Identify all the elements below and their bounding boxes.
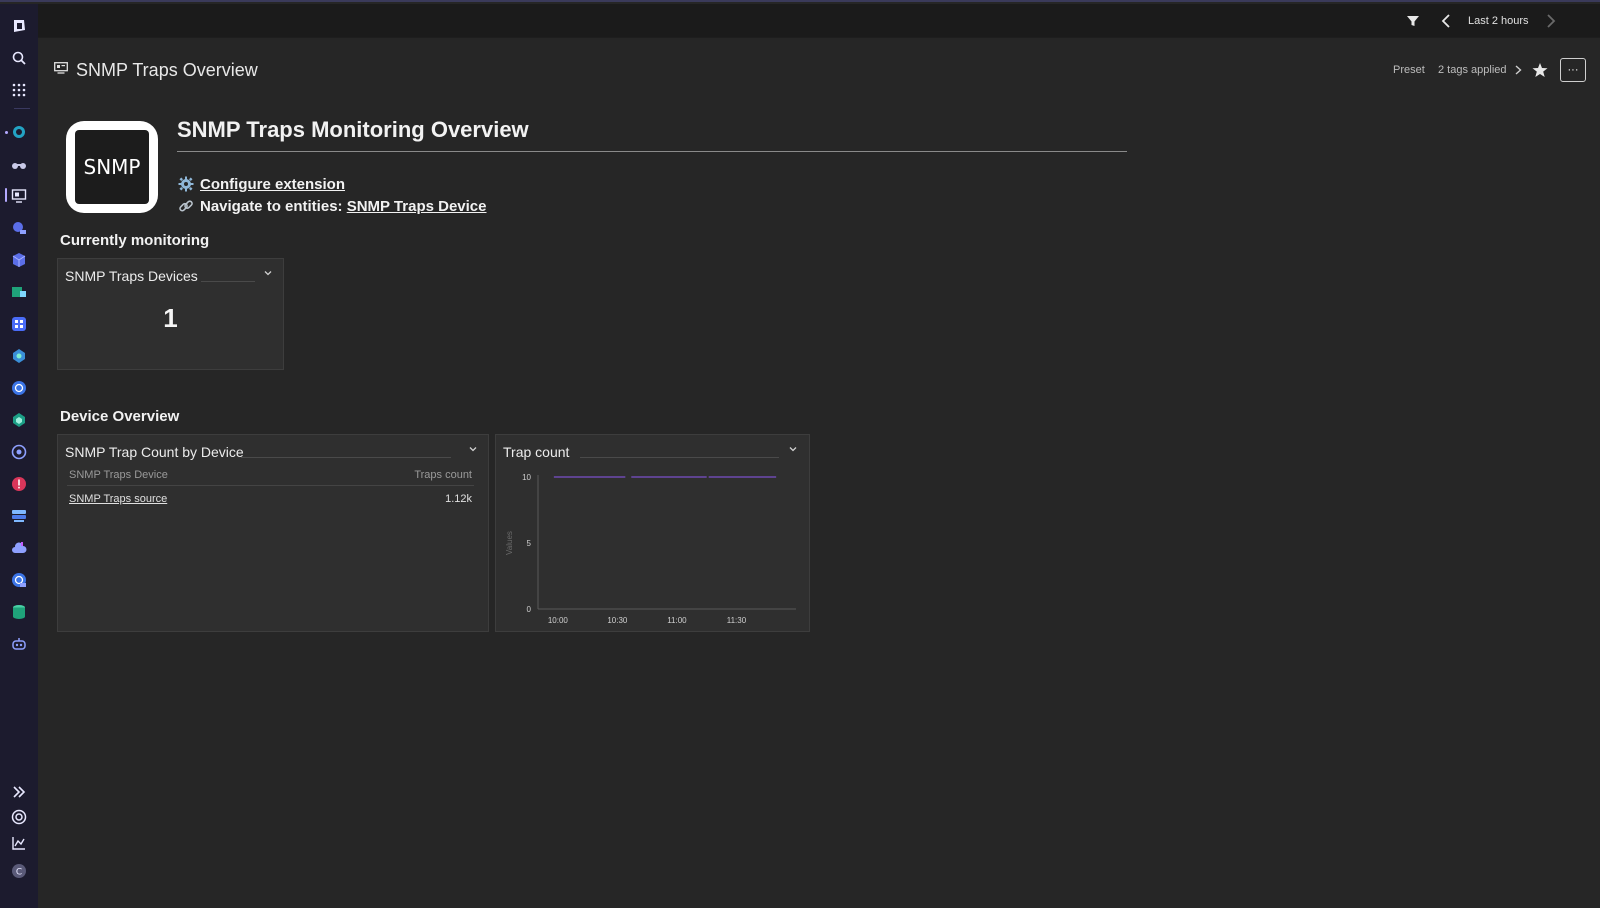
user-avatar-icon[interactable]: C (11, 863, 27, 879)
tile-title: SNMP Traps Devices (65, 268, 198, 284)
database-icon[interactable] (11, 604, 27, 620)
tile-title: SNMP Trap Count by Device (65, 444, 244, 460)
dashboard-screen-icon[interactable] (11, 188, 27, 204)
table-row-device: SNMP Traps source (69, 493, 167, 505)
app-sidebar: C (0, 4, 38, 908)
device-link[interactable]: SNMP Traps source (69, 493, 167, 505)
timeframe-next-icon[interactable] (1546, 4, 1556, 38)
trap-count-chart[interactable]: 0 5 10 10:00 10:30 11:00 11:30 Values (496, 435, 811, 633)
preset-label: Preset (1393, 64, 1425, 76)
active-indicator (5, 188, 7, 202)
timeframe-selector[interactable]: Last 2 hours (1468, 4, 1529, 38)
snmp-traps-device-link[interactable]: SNMP Traps Device (347, 198, 487, 215)
app-frame: C Last 2 hours SNMP Traps Overview Prese… (0, 0, 1600, 908)
page-title: SNMP Traps Overview (76, 59, 258, 80)
filter-icon[interactable] (1406, 4, 1420, 38)
data-explorer-icon[interactable] (11, 284, 27, 300)
svg-text:C: C (16, 868, 22, 878)
markdown-heading: SNMP Traps Monitoring Overview (177, 117, 1127, 152)
column-header-traps-count[interactable]: Traps count (414, 469, 472, 481)
configure-extension-link[interactable]: Configure extension (200, 176, 345, 193)
cloud-icon[interactable] (11, 540, 27, 556)
apps-blocks-icon[interactable] (11, 316, 27, 332)
navigate-entities-line: Navigate to entities: SNMP Traps Device (177, 197, 487, 215)
x-tick-label: 11:00 (667, 616, 687, 625)
chevron-right-icon (1515, 65, 1522, 75)
link-emoji-icon (177, 197, 195, 215)
kubernetes-icon[interactable] (11, 380, 27, 396)
kubernetes-new-icon[interactable] (11, 572, 27, 588)
services-icon[interactable] (11, 412, 27, 428)
y-tick-label: 10 (522, 473, 531, 482)
more-options-button[interactable]: ··· (1560, 58, 1586, 82)
chevron-down-icon[interactable] (262, 267, 274, 279)
problems-alert-icon[interactable] (11, 476, 27, 492)
favorite-star-icon[interactable] (1532, 58, 1548, 82)
chevron-down-icon[interactable] (467, 443, 479, 455)
x-tick-label: 10:30 (607, 616, 628, 625)
apps-grid-icon[interactable] (11, 82, 27, 98)
x-tick-label: 10:00 (548, 616, 569, 625)
expand-sidebar-icon[interactable] (11, 784, 27, 800)
dashboard-icon (54, 61, 68, 79)
y-tick-label: 5 (527, 539, 532, 548)
robot-icon[interactable] (11, 636, 27, 652)
section-device-overview: Device Overview (60, 408, 180, 425)
search-icon[interactable] (11, 50, 27, 66)
help-lifebuoy-icon[interactable] (11, 809, 27, 825)
whats-new-chart-icon[interactable] (11, 835, 27, 851)
page-header: SNMP Traps Overview (54, 58, 258, 82)
cube-icon[interactable] (11, 252, 27, 268)
snmp-logo: SNMP (66, 121, 158, 213)
database-stack-icon[interactable] (11, 508, 27, 524)
analyze-icon[interactable] (11, 220, 27, 236)
top-bar: Last 2 hours (38, 4, 1600, 38)
tile-snmp-traps-devices[interactable]: SNMP Traps Devices 1 (57, 258, 284, 370)
column-header-device[interactable]: SNMP Traps Device (69, 469, 168, 481)
configure-extension-line: Configure extension (177, 175, 345, 193)
x-tick-label: 11:30 (727, 616, 747, 625)
single-value: 1 (163, 303, 178, 333)
timeframe-previous-icon[interactable] (1441, 4, 1451, 38)
app-dashboards-classic-icon[interactable] (11, 124, 27, 140)
y-tick-label: 0 (527, 605, 532, 614)
infrastructure-icon[interactable] (11, 348, 27, 364)
tags-filter-button[interactable]: 2 tags applied (1438, 58, 1522, 82)
settings-gear-icon[interactable] (11, 444, 27, 460)
tile-trap-count-by-device[interactable]: SNMP Trap Count by Device SNMP Traps Dev… (57, 434, 489, 632)
navigate-prefix: Navigate to entities: (200, 197, 347, 215)
table-row-count: 1.12k (445, 493, 472, 505)
dynatrace-logo-icon[interactable] (11, 18, 27, 34)
section-currently-monitoring: Currently monitoring (60, 232, 210, 249)
gear-emoji-icon (177, 175, 195, 193)
binoculars-icon[interactable] (11, 156, 27, 172)
pinned-indicator (5, 131, 8, 134)
y-axis-label: Values (505, 531, 514, 555)
snmp-logo-text: SNMP (75, 130, 149, 204)
tile-trap-count[interactable]: Trap count 0 5 10 10:00 10:30 11:00 11:30 Value… (495, 434, 810, 632)
